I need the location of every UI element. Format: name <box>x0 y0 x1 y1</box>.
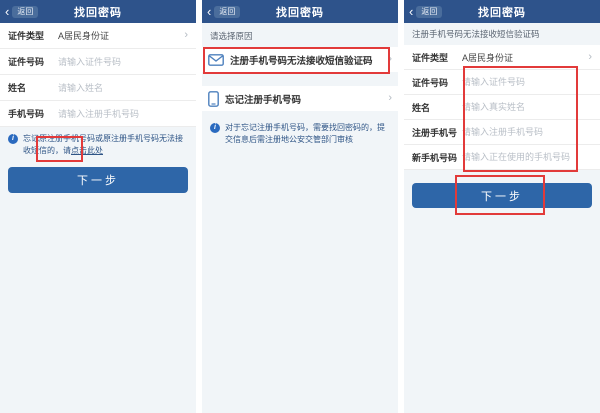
next-step-button[interactable]: 下一步 <box>412 183 592 208</box>
field-row-new-phone: 新手机号码 <box>404 145 600 170</box>
note-text: 忘记原注册手机号码或原注册手机号码无法接收短信的，请点击此处 <box>23 133 188 158</box>
field-row-registered-phone: 注册手机号 <box>404 120 600 145</box>
envelope-icon <box>208 54 224 66</box>
field-label: 证件号码 <box>412 76 462 89</box>
option-label: 忘记注册手机号码 <box>225 92 301 106</box>
registered-phone-input[interactable] <box>462 127 592 137</box>
field-row-cert-type[interactable]: 证件类型 A居民身份证 › <box>0 23 196 49</box>
info-icon: i <box>8 134 18 144</box>
next-step-button[interactable]: 下一步 <box>8 167 188 193</box>
section-label: 注册手机号码无法接收短信验证码 <box>404 23 600 45</box>
field-label: 姓名 <box>8 81 58 94</box>
screen-recovery-form: ‹ 返回 找回密码 证件类型 A居民身份证 › 证件号码 姓名 手机号码 <box>0 0 196 413</box>
back-button[interactable]: ‹ 返回 <box>5 6 38 18</box>
cert-type-value: A居民身份证 <box>462 51 513 64</box>
info-icon: i <box>210 123 220 133</box>
chevron-right-icon: › <box>388 93 392 104</box>
back-button[interactable]: ‹ 返回 <box>409 6 442 18</box>
click-here-link[interactable]: 点击此处 <box>71 146 103 155</box>
option-forgot-phone[interactable]: 忘记注册手机号码 › <box>202 86 398 111</box>
nav-bar: ‹ 返回 找回密码 <box>0 0 196 23</box>
real-name-input[interactable] <box>462 102 592 112</box>
field-label: 注册手机号 <box>412 126 462 139</box>
info-note: i 忘记原注册手机号码或原注册手机号码无法接收短信的，请点击此处 <box>0 127 196 162</box>
recovery-form: 证件类型 A居民身份证 › 证件号码 姓名 手机号码 <box>0 23 196 127</box>
new-phone-form: 证件类型 A居民身份证 › 证件号码 姓名 注册手机号 新手机号码 <box>404 45 600 170</box>
option-sms-not-received[interactable]: 注册手机号码无法接收短信验证码 › <box>202 47 398 72</box>
chevron-right-icon: › <box>184 30 188 41</box>
cert-number-input[interactable] <box>462 77 592 87</box>
field-label: 姓名 <box>412 101 462 114</box>
info-note: i 对于忘记注册手机号码，需要找回密码的，提交信息后需注册地公安交管部门审核 <box>202 116 398 151</box>
back-button-label: 返回 <box>214 6 240 18</box>
screenshot-triptych: ‹ 返回 找回密码 证件类型 A居民身份证 › 证件号码 姓名 手机号码 <box>0 0 600 413</box>
nav-bar: ‹ 返回 找回密码 <box>202 0 398 23</box>
back-chevron-icon: ‹ <box>409 5 413 18</box>
new-phone-input[interactable] <box>462 152 592 162</box>
field-row-cert-number: 证件号码 <box>0 49 196 75</box>
field-label: 证件类型 <box>8 29 58 42</box>
screen-new-phone-form: ‹ 返回 找回密码 注册手机号码无法接收短信验证码 证件类型 A居民身份证 › … <box>404 0 600 413</box>
back-button-label: 返回 <box>12 6 38 18</box>
field-label: 证件号码 <box>8 55 58 68</box>
back-button[interactable]: ‹ 返回 <box>207 6 240 18</box>
field-row-cert-number: 证件号码 <box>404 70 600 95</box>
chevron-right-icon: › <box>388 54 392 65</box>
field-row-name: 姓名 <box>404 95 600 120</box>
back-chevron-icon: ‹ <box>207 5 211 18</box>
note-text: 对于忘记注册手机号码，需要找回密码的，提交信息后需注册地公安交管部门审核 <box>225 122 390 147</box>
option-label: 注册手机号码无法接收短信验证码 <box>230 53 373 67</box>
section-label: 请选择原因 <box>202 23 398 47</box>
back-chevron-icon: ‹ <box>5 5 9 18</box>
field-row-name: 姓名 <box>0 75 196 101</box>
field-label: 证件类型 <box>412 51 462 64</box>
mobile-phone-icon <box>208 91 219 107</box>
field-label: 手机号码 <box>8 107 58 120</box>
name-input[interactable] <box>58 83 188 93</box>
chevron-right-icon: › <box>588 52 592 63</box>
note-text-before: 忘记原注册手机号码或原注册手机号码无法接收短信的，请 <box>23 134 183 155</box>
nav-bar: ‹ 返回 找回密码 <box>404 0 600 23</box>
cert-type-value: A居民身份证 <box>58 29 109 42</box>
field-label: 新手机号码 <box>412 151 462 164</box>
phone-input[interactable] <box>58 109 188 119</box>
back-button-label: 返回 <box>416 6 442 18</box>
cert-number-input[interactable] <box>58 57 188 67</box>
field-row-phone: 手机号码 <box>0 101 196 127</box>
field-row-cert-type[interactable]: 证件类型 A居民身份证 › <box>404 45 600 70</box>
screen-choose-reason: ‹ 返回 找回密码 请选择原因 注册手机号码无法接收短信验证码 › 忘记注册手机… <box>202 0 398 413</box>
